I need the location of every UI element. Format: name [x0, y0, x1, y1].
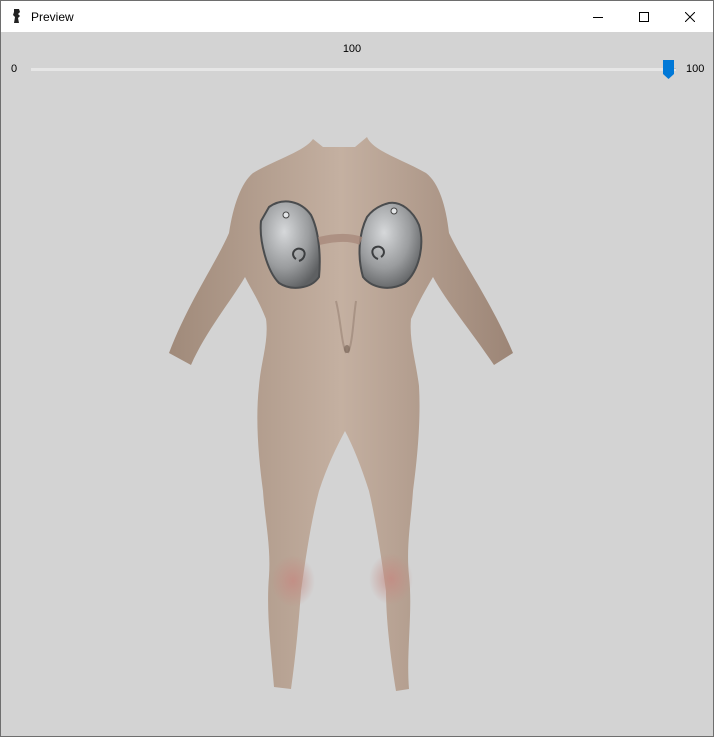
slider-min-label: 0 [11, 63, 18, 75]
navel [344, 345, 350, 353]
title-bar[interactable]: Preview [1, 1, 713, 32]
slider-value-label: 100 [342, 43, 362, 55]
preview-window: Preview 100 0 100 [0, 0, 714, 737]
maximize-button[interactable] [621, 1, 667, 32]
knee-left [271, 555, 315, 607]
armor-plate-right [358, 201, 423, 289]
slider-thumb[interactable] [663, 60, 674, 79]
maximize-icon [639, 11, 649, 22]
slider-max-label: 100 [686, 63, 705, 75]
armor-rivet [282, 211, 290, 219]
minimize-button[interactable] [575, 1, 621, 32]
figure-silhouette-icon [10, 8, 24, 24]
window-title: Preview [31, 10, 74, 24]
knee-right [369, 553, 413, 605]
morph-slider-panel: 100 0 100 [1, 32, 713, 92]
armor-rivet [390, 207, 398, 215]
body-model-render [169, 137, 513, 691]
slider-fill [31, 68, 668, 70]
close-icon [685, 11, 695, 22]
armor-strap [318, 234, 363, 245]
minimize-icon [593, 16, 603, 18]
close-button[interactable] [667, 1, 713, 32]
body-torso [169, 137, 513, 691]
model-preview-viewport[interactable] [1, 92, 713, 736]
